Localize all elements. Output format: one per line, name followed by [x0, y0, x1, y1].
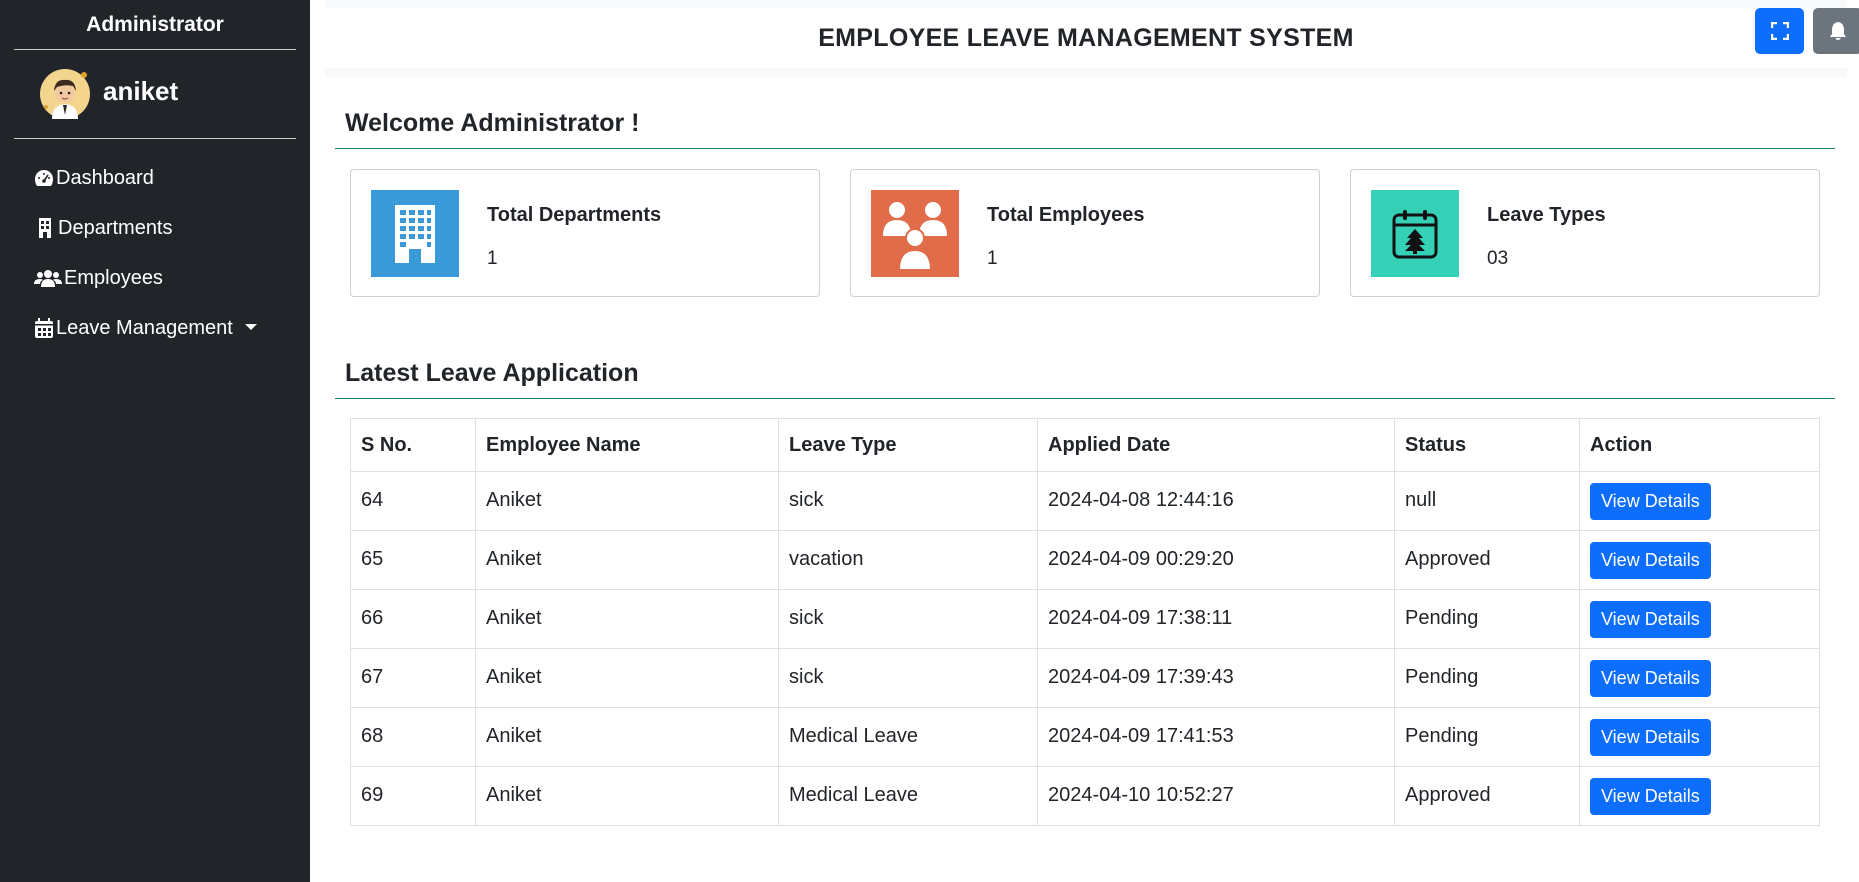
office-building-icon [371, 190, 459, 277]
column-header: Action [1579, 418, 1820, 472]
divider [335, 398, 1835, 399]
cell-type: sick [778, 589, 1038, 649]
column-header: Employee Name [475, 418, 779, 472]
cell-name: Aniket [475, 707, 779, 767]
calendar-icon [35, 318, 53, 338]
employees-group-icon [871, 190, 959, 277]
table-row: 69 Aniket Medical Leave 2024-04-10 10:52:27… [350, 766, 1820, 826]
sidebar-role-title: Administrator [14, 0, 296, 50]
bell-icon [1829, 22, 1846, 40]
cell-date: 2024-04-09 00:29:20 [1037, 530, 1395, 590]
cell-action: View Details [1579, 707, 1820, 767]
card-label: Leave Types [1487, 204, 1606, 226]
users-icon [34, 270, 62, 287]
cell-sno: 67 [350, 648, 476, 708]
chevron-down-icon [244, 324, 257, 330]
cell-date: 2024-04-09 17:39:43 [1037, 648, 1395, 708]
user-avatar [40, 69, 90, 119]
cell-type: Medical Leave [778, 766, 1038, 826]
cell-action: View Details [1579, 589, 1820, 649]
cell-sno: 69 [350, 766, 476, 826]
cell-date: 2024-04-09 17:38:11 [1037, 589, 1395, 649]
sidebar-nav: Dashboard Departments Employees Leave Ma… [0, 139, 310, 353]
cell-date: 2024-04-10 10:52:27 [1037, 766, 1395, 826]
app-title: EMPLOYEE LEAVE MANAGEMENT SYSTEM [818, 24, 1354, 52]
column-header: Applied Date [1037, 418, 1395, 472]
cell-status: Pending [1394, 648, 1580, 708]
welcome-title: Welcome Administrator ! [345, 109, 640, 137]
cell-type: vacation [778, 530, 1038, 590]
column-header: Leave Type [778, 418, 1038, 472]
cell-action: View Details [1579, 766, 1820, 826]
sidebar-item-label: Departments [58, 216, 173, 239]
column-header: Status [1394, 418, 1580, 472]
cell-name: Aniket [475, 471, 779, 531]
leave-applications-table: S No. Employee Name Leave Type Applied D… [350, 418, 1820, 826]
view-details-button[interactable]: View Details [1590, 601, 1711, 638]
sidebar-username: aniket [103, 75, 179, 106]
stat-card-employees: Total Employees 1 [850, 169, 1320, 297]
cell-sno: 64 [350, 471, 476, 531]
sidebar: Administrator aniket Dashboard Departmen… [0, 0, 310, 882]
table-row: 66 Aniket sick 2024-04-09 17:38:11 Pending Vi… [350, 589, 1820, 649]
stat-card-departments: Total Departments 1 [350, 169, 820, 297]
cell-status: Approved [1394, 530, 1580, 590]
cell-name: Aniket [475, 589, 779, 649]
view-details-button[interactable]: View Details [1590, 778, 1711, 815]
sidebar-item-dashboard[interactable]: Dashboard [0, 153, 310, 203]
table-row: 68 Aniket Medical Leave 2024-04-09 17:41:53… [350, 707, 1820, 767]
cell-status: Pending [1394, 707, 1580, 767]
cell-sno: 68 [350, 707, 476, 767]
table-row: 64 Aniket sick 2024-04-08 12:44:16 null View … [350, 471, 1820, 531]
dashboard-gauge-icon [35, 170, 53, 186]
table-row: 67 Aniket sick 2024-04-09 17:39:43 Pending Vi… [350, 648, 1820, 708]
cell-action: View Details [1579, 648, 1820, 708]
cell-type: sick [778, 648, 1038, 708]
cell-status: Pending [1394, 589, 1580, 649]
card-label: Total Employees [987, 204, 1145, 226]
view-details-button[interactable]: View Details [1590, 483, 1711, 520]
cell-date: 2024-04-09 17:41:53 [1037, 707, 1395, 767]
notifications-button[interactable] [1813, 8, 1859, 54]
main-content: EMPLOYEE LEAVE MANAGEMENT SYSTEM Welcome… [310, 0, 1859, 882]
expand-icon [1770, 22, 1789, 40]
latest-leave-title: Latest Leave Application [345, 359, 639, 387]
column-header: S No. [350, 418, 476, 472]
cell-action: View Details [1579, 530, 1820, 590]
card-value: 03 [1487, 248, 1509, 269]
cell-name: Aniket [475, 530, 779, 590]
cell-name: Aniket [475, 648, 779, 708]
cell-action: View Details [1579, 471, 1820, 531]
cell-sno: 65 [350, 530, 476, 590]
sidebar-item-label: Dashboard [56, 166, 154, 189]
calendar-tree-icon [1371, 190, 1459, 277]
sidebar-item-label: Employees [64, 266, 163, 289]
card-value: 1 [487, 248, 498, 269]
table-header-row: S No. Employee Name Leave Type Applied D… [350, 418, 1820, 472]
table-row: 65 Aniket vacation 2024-04-09 00:29:20 Appro… [350, 530, 1820, 590]
stat-card-leave-types: Leave Types 03 [1350, 169, 1820, 297]
card-value: 1 [987, 248, 998, 269]
divider [335, 148, 1835, 149]
card-label: Total Departments [487, 204, 662, 226]
view-details-button[interactable]: View Details [1590, 660, 1711, 697]
sidebar-user: aniket [14, 50, 296, 139]
cell-type: Medical Leave [778, 707, 1038, 767]
cell-type: sick [778, 471, 1038, 531]
view-details-button[interactable]: View Details [1590, 719, 1711, 756]
sidebar-item-label: Leave Management [56, 316, 233, 339]
cell-sno: 66 [350, 589, 476, 649]
fullscreen-button[interactable] [1755, 8, 1804, 54]
view-details-button[interactable]: View Details [1590, 542, 1711, 579]
sidebar-item-employees[interactable]: Employees [0, 253, 310, 303]
top-header: EMPLOYEE LEAVE MANAGEMENT SYSTEM [325, 0, 1859, 77]
cell-name: Aniket [475, 766, 779, 826]
sidebar-item-departments[interactable]: Departments [0, 203, 310, 253]
cell-status: Approved [1394, 766, 1580, 826]
cell-status: null [1394, 471, 1580, 531]
building-icon [39, 218, 51, 238]
cell-date: 2024-04-08 12:44:16 [1037, 471, 1395, 531]
sidebar-item-leave-management[interactable]: Leave Management [0, 303, 310, 353]
